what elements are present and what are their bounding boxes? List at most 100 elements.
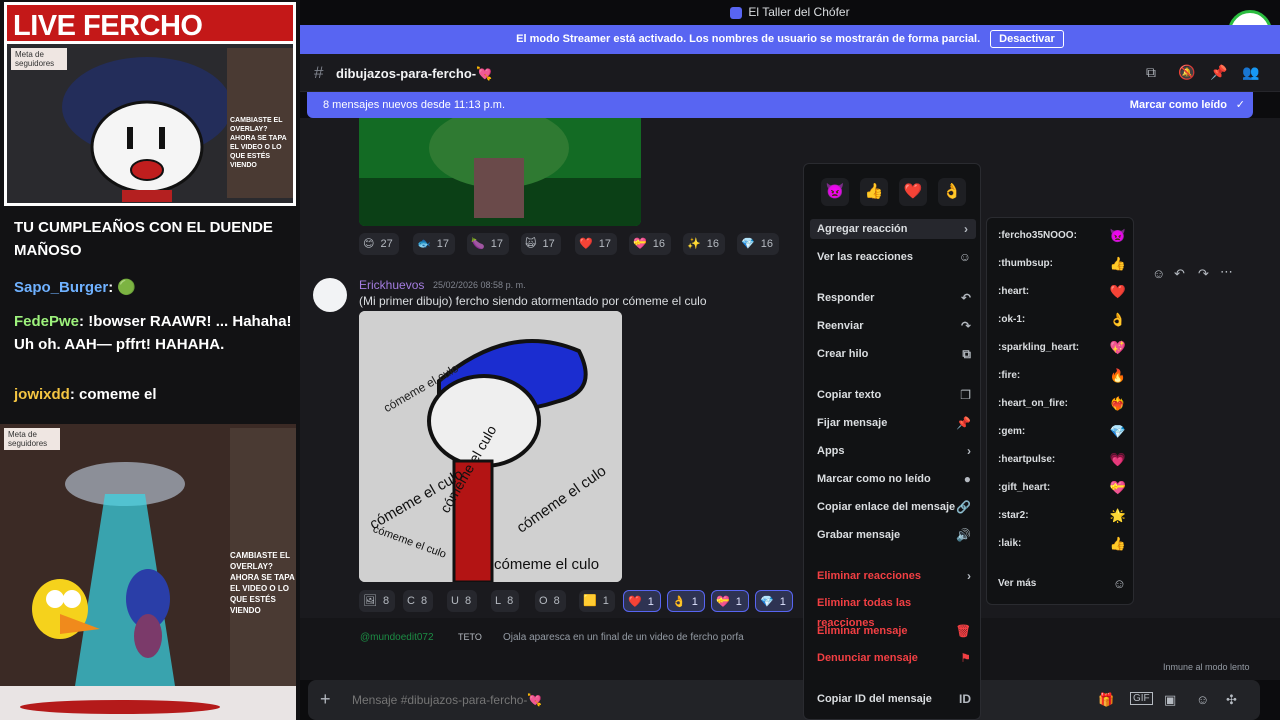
menu-pin[interactable]: Fijar mensaje 📌 [817, 413, 971, 433]
emoji-option[interactable]: :fire: 🔥 [998, 367, 1126, 385]
stream-title: LIVE FERCHO REACTION [4, 2, 296, 84]
menu-apps[interactable]: Apps › [817, 441, 971, 461]
server-icon [730, 6, 743, 19]
reaction-pill[interactable]: 🖼 8 [359, 590, 396, 612]
emoji-option[interactable]: :gift_heart: 💝 [998, 479, 1126, 497]
reaction-pill[interactable]: O8 [535, 590, 566, 612]
emoji-option[interactable]: :heartpulse: 💗 [998, 451, 1126, 469]
reaction-pill[interactable]: ❤️ 17 [575, 233, 617, 255]
chat-line: FedePwe: !bowser RAAWR! ... Hahaha! Uh o… [14, 310, 294, 356]
emoji-option[interactable]: :sparkling_heart: 💖 [998, 339, 1126, 357]
add-reaction-icon[interactable]: ☺ [1152, 266, 1165, 281]
reaction-pill[interactable]: 🟨 1 [579, 590, 615, 612]
emoji-option[interactable]: :star2: 🌟 [998, 507, 1126, 525]
cam-caption: CAMBIASTE EL OVERLAY? AHORA SE TAPA EL V… [230, 551, 295, 615]
new-messages-text: 8 mensajes nuevos desde 11:13 p.m. [323, 99, 506, 111]
quick-reaction[interactable]: 👍 [860, 178, 888, 206]
see-more-button[interactable]: Ver más ☺ [998, 575, 1126, 593]
reply-author[interactable]: @mundoedit072 [360, 632, 434, 643]
reply-icon[interactable]: ↶ [1174, 266, 1185, 282]
reaction-pill[interactable]: L8 [491, 590, 520, 612]
emoji-option[interactable]: :thumbsup: 👍 [998, 255, 1126, 273]
menu-view-reactions[interactable]: Ver las reacciones ☺ [817, 247, 971, 267]
reaction-pill[interactable]: ✨ 16 [683, 233, 725, 255]
message-image[interactable]: cómeme el culo cómeme el culo cómeme el … [359, 311, 622, 582]
emoji-icon[interactable]: ☺ [1196, 692, 1209, 707]
pin-icon: 📌 [956, 416, 971, 430]
menu-remove-all-reactions[interactable]: Eliminar todas las reacciones [817, 593, 971, 629]
reaction-pill[interactable]: 💝 1 [711, 590, 749, 612]
reaction-pill[interactable]: 💎 1 [755, 590, 793, 612]
menu-mark-unread[interactable]: Marcar como no leído ● [817, 469, 971, 489]
more-icon[interactable]: ⋯ [1220, 264, 1233, 280]
reaction-pill[interactable]: ❤️ 1 [623, 590, 661, 612]
emoji-glyph: ❤️ [1109, 284, 1126, 299]
message-composer[interactable]: + 🎁 GIF ▣ ☺ ✣ [308, 680, 1260, 720]
menu-delete[interactable]: Eliminar mensaje 🗑 [817, 621, 971, 641]
new-messages-bar[interactable]: 8 mensajes nuevos desde 11:13 p.m. Marca… [307, 92, 1253, 118]
forward-icon[interactable]: ↷ [1198, 266, 1209, 282]
emoji-option[interactable]: :fercho35NOOO: 👿 [998, 227, 1126, 245]
emoji-option[interactable]: :gem: 💎 [998, 423, 1126, 441]
reaction-pill[interactable]: 🐟 17 [413, 233, 455, 255]
menu-label: Agregar reacción [817, 223, 908, 235]
emoji-name: :thumbsup: [998, 258, 1053, 269]
emoji-option[interactable]: :laik: 👍 [998, 535, 1126, 553]
cartoon-character [62, 57, 232, 202]
reaction-pill[interactable]: C8 [403, 590, 434, 612]
emoji-option[interactable]: :ok-1: 👌 [998, 311, 1126, 329]
chevron-right-icon: › [967, 444, 971, 458]
emoji-glyph: 🔥 [1109, 368, 1126, 383]
pin-icon[interactable]: 📌 [1210, 64, 1227, 81]
emoji-option[interactable]: :heart_on_fire: ❤️‍🔥 [998, 395, 1126, 413]
menu-add-reaction[interactable]: Agregar reacción › [810, 219, 976, 239]
reaction-emoji: 🐟 [417, 238, 431, 250]
menu-label: Eliminar mensaje [817, 625, 908, 637]
menu-copy-text[interactable]: Copiar texto ❐ [817, 385, 971, 405]
reaction-pill[interactable]: 😊 27 [359, 233, 399, 255]
quick-reaction[interactable]: 👿 [821, 178, 849, 206]
reply-preview: Ojala aparesca en un final de un video d… [503, 632, 744, 643]
members-icon[interactable]: 👥 [1242, 64, 1259, 81]
previous-image[interactable] [359, 118, 641, 226]
reaction-pill[interactable]: 👌 1 [667, 590, 705, 612]
gif-icon[interactable]: GIF [1130, 692, 1153, 705]
menu-remove-reactions[interactable]: Eliminar reacciones › [817, 566, 971, 586]
menu-record[interactable]: Grabar mensaje 🔊 [817, 525, 971, 545]
reaction-count: 16 [706, 238, 719, 250]
reaction-submenu: :fercho35NOOO: 👿:thumbsup: 👍:heart: ❤️:ok-1… [986, 217, 1134, 605]
gift-icon[interactable]: 🎁 [1098, 692, 1114, 708]
reaction-pill[interactable]: 🙀 17 [521, 233, 561, 255]
author-avatar[interactable] [313, 278, 347, 312]
apps-icon[interactable]: ✣ [1226, 692, 1237, 708]
deactivate-button[interactable]: Desactivar [990, 30, 1064, 48]
message-author[interactable]: Erickhuevos [359, 278, 424, 292]
emoji-glyph: ❤️‍🔥 [1109, 396, 1126, 411]
menu-copy-link[interactable]: Copiar enlace del mensaje 🔗 [817, 497, 971, 517]
menu-reply[interactable]: Responder ↶ [817, 288, 971, 308]
cam-caption: CAMBIASTE EL OVERLAY? AHORA SE TAPA EL V… [230, 117, 287, 169]
emoji-name: :gift_heart: [998, 482, 1051, 493]
emoji-name: :heart_on_fire: [998, 398, 1069, 409]
emoji-glyph: 👍 [1109, 536, 1126, 551]
reaction-pill[interactable]: 💝 16 [629, 233, 671, 255]
mark-read-icon: ✓ [1235, 99, 1245, 111]
reaction-pill[interactable]: 🍆 17 [467, 233, 509, 255]
sticker-icon[interactable]: ▣ [1164, 692, 1176, 708]
chat-text: TU CUMPLEAÑOS CON EL DUENDE MAÑOSO [14, 219, 273, 259]
menu-create-thread[interactable]: Crear hilo ⧉ [817, 344, 971, 364]
reaction-pill[interactable]: 💎 16 [737, 233, 779, 255]
emoji-option[interactable]: :heart: ❤️ [998, 283, 1126, 301]
menu-forward[interactable]: Reenviar ↷ [817, 316, 971, 336]
chevron-right-icon: › [967, 569, 971, 583]
speaker-icon: 🔊 [956, 528, 971, 542]
reaction-pill[interactable]: U8 [447, 590, 478, 612]
add-attachment-icon[interactable]: + [320, 689, 331, 710]
menu-report[interactable]: Denunciar mensaje ⚑ [817, 648, 971, 668]
threads-icon[interactable]: ⧉ [1146, 64, 1156, 81]
quick-reaction[interactable]: 👌 [938, 178, 966, 206]
quick-reaction[interactable]: ❤️ [899, 178, 927, 206]
menu-copy-id[interactable]: Copiar ID del mensaje ID [817, 689, 971, 709]
mute-icon[interactable]: 🔕 [1178, 64, 1195, 81]
mark-read-button[interactable]: Marcar como leído [1130, 92, 1227, 118]
